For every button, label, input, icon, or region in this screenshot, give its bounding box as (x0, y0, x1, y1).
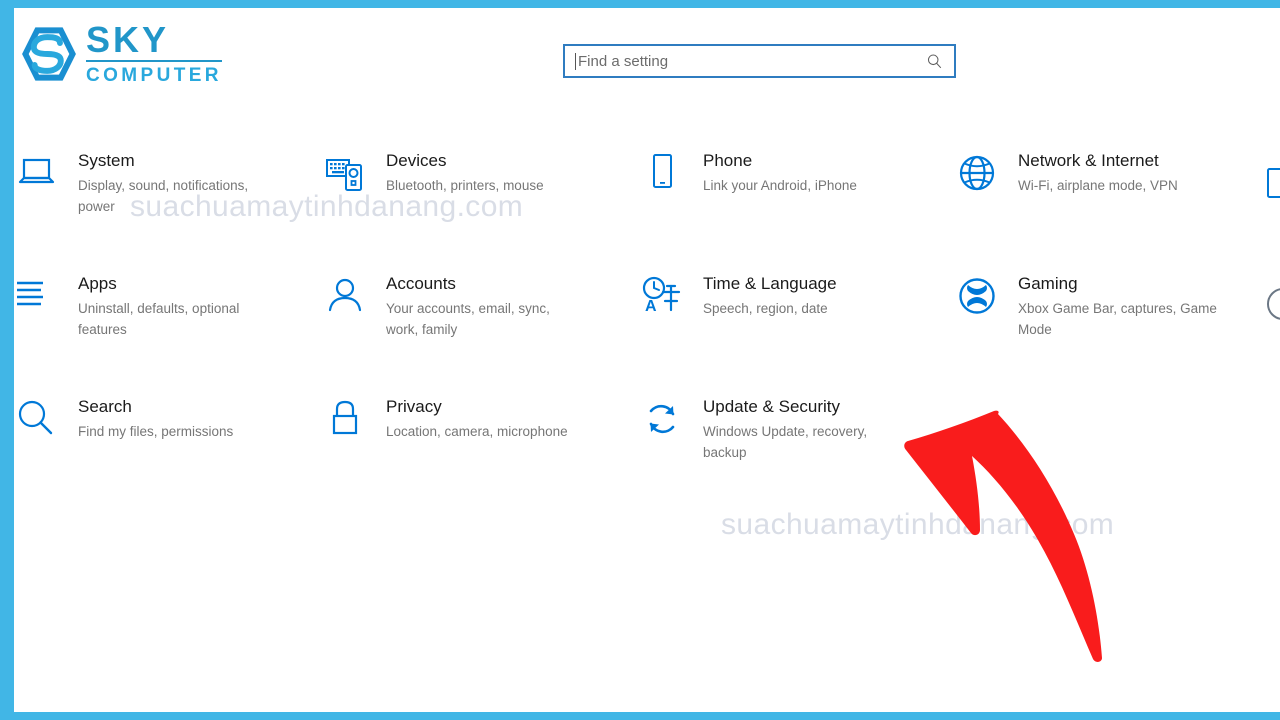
search-input[interactable] (576, 46, 926, 76)
search-bar[interactable] (563, 44, 956, 78)
watermark-text: suachuamaytinhdanang.com (130, 190, 524, 223)
page-header: SKY COMPUTER (14, 8, 1280, 118)
settings-tile-privacy[interactable]: Privacy Location, camera, microphone (322, 394, 622, 442)
settings-tile-subtitle: Windows Update, recovery, backup (703, 424, 868, 460)
settings-tile-text: Update & Security Windows Update, recove… (703, 394, 893, 463)
phone-icon (639, 150, 685, 196)
settings-tile-subtitle: Your accounts, email, sync, work, family (386, 301, 550, 337)
refresh-circular-arrows-icon (639, 396, 685, 442)
settings-tile-text: Privacy Location, camera, microphone (386, 394, 568, 442)
settings-tile-title: Update & Security (703, 397, 841, 416)
settings-tile-subtitle: Location, camera, microphone (386, 424, 568, 439)
settings-tile-title: Time & Language (703, 274, 837, 293)
settings-row: Search Find my files, permissions Privac… (14, 394, 1280, 514)
settings-tile-title: Apps (78, 274, 117, 293)
settings-tile-search[interactable]: Search Find my files, permissions (16, 394, 316, 442)
settings-tile-title: Search (78, 397, 132, 416)
app-window-frame: SKY COMPUTER Find a setting System Displ… (0, 0, 1280, 720)
globe-icon (954, 150, 1000, 196)
clipped-tile-icon-edge (1266, 166, 1280, 200)
clipped-tile-icon-edge (1266, 287, 1280, 321)
settings-tile-text: Devices Bluetooth, printers, mouse (386, 148, 544, 196)
settings-tile-subtitle: Xbox Game Bar, captures, Game Mode (1018, 301, 1217, 337)
settings-tile-text: Gaming Xbox Game Bar, captures, Game Mod… (1018, 271, 1223, 340)
clock-language-icon: A (639, 273, 685, 319)
settings-tile-title: Privacy (386, 397, 442, 416)
settings-tile-title: Gaming (1018, 274, 1078, 293)
settings-tile-text: Apps Uninstall, defaults, optional featu… (78, 271, 263, 340)
settings-tile-text: Network & Internet Wi-Fi, airplane mode,… (1018, 148, 1178, 196)
lock-icon (322, 396, 368, 442)
settings-tile-network-internet[interactable]: Network & Internet Wi-Fi, airplane mode,… (954, 148, 1254, 196)
settings-tile-text: Time & Language Speech, region, date (703, 271, 837, 319)
settings-tile-title: Phone (703, 151, 753, 170)
brand-logo: SKY COMPUTER (22, 22, 222, 85)
settings-tile-text: Accounts Your accounts, email, sync, wor… (386, 271, 581, 340)
brand-name-secondary: COMPUTER (86, 65, 222, 86)
settings-tile-title: Accounts (386, 274, 456, 293)
brand-name-primary: SKY (86, 22, 222, 62)
watermark-text: suachuamaytinhdanang.com (721, 508, 1115, 541)
settings-tile-title: Devices (386, 151, 447, 170)
settings-tile-apps[interactable]: Apps Uninstall, defaults, optional featu… (16, 271, 316, 340)
magnifier-icon (14, 396, 60, 442)
settings-tile-title: Network & Internet (1018, 151, 1159, 170)
list-lines-icon (14, 273, 60, 319)
settings-tile-title: System (78, 151, 135, 170)
settings-tile-time-language[interactable]: A Time & Language Speech, region, date (639, 271, 939, 319)
settings-tile-text: Phone Link your Android, iPhone (703, 148, 857, 196)
settings-tile-subtitle: Speech, region, date (703, 301, 828, 316)
settings-tile-phone[interactable]: Phone Link your Android, iPhone (639, 148, 939, 196)
settings-tile-subtitle: Wi-Fi, airplane mode, VPN (1018, 178, 1178, 193)
settings-row: Apps Uninstall, defaults, optional featu… (14, 271, 1280, 394)
brand-logo-text: SKY COMPUTER (86, 22, 222, 85)
svg-text:A: A (645, 298, 657, 315)
settings-tile-text: Search Find my files, permissions (78, 394, 233, 442)
settings-tile-update-security[interactable]: Update & Security Windows Update, recove… (639, 394, 939, 463)
person-icon (322, 273, 368, 319)
laptop-icon (14, 150, 60, 196)
settings-tile-gaming[interactable]: Gaming Xbox Game Bar, captures, Game Mod… (954, 271, 1254, 340)
settings-tile-devices[interactable]: Devices Bluetooth, printers, mouse (322, 148, 622, 196)
settings-page: SKY COMPUTER Find a setting System Displ… (14, 8, 1280, 712)
settings-tile-subtitle: Link your Android, iPhone (703, 178, 857, 193)
sky-hexagon-s-logo-icon (22, 26, 76, 81)
settings-tile-accounts[interactable]: Accounts Your accounts, email, sync, wor… (322, 271, 622, 340)
settings-tile-subtitle: Uninstall, defaults, optional features (78, 301, 240, 337)
search-icon[interactable] (926, 53, 943, 70)
settings-tile-subtitle: Find my files, permissions (78, 424, 234, 439)
xbox-icon (954, 273, 1000, 319)
